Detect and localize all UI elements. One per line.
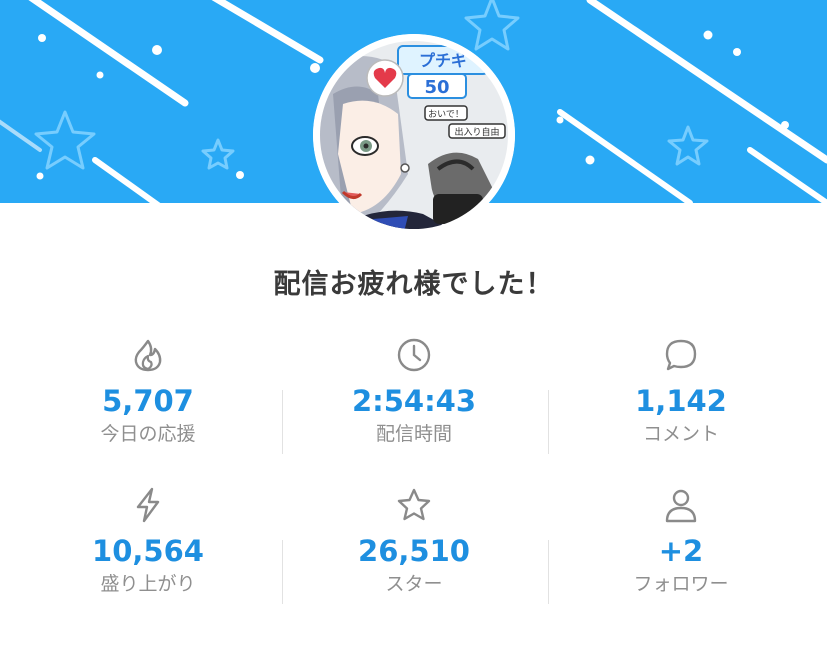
avatar-badge-count: 50: [424, 77, 449, 98]
flame-icon: [134, 339, 162, 372]
clock-icon: [397, 338, 431, 372]
streamer-avatar: おいで！ 出入り自由 プチギ 50: [313, 34, 515, 236]
stat-stars: 26,510 スター: [281, 486, 547, 596]
stat-excitement: 10,564 盛り上がり: [15, 486, 281, 596]
stat-value: 1,142: [635, 384, 727, 418]
lightning-icon: [136, 487, 160, 523]
stat-value: 2:54:43: [351, 384, 477, 418]
stat-value: 26,510: [358, 534, 470, 568]
stat-comments: 1,142 コメント: [548, 336, 814, 446]
avatar-sign-1: おいで！: [428, 109, 464, 120]
person-icon: [665, 489, 697, 523]
page-title: 配信お疲れ様でした！: [273, 269, 554, 300]
stat-value: 10,564: [92, 534, 204, 568]
stat-label: 盛り上がり: [100, 573, 196, 595]
stream-summary-screen: おいで！ 出入り自由 プチギ 50 配信お疲れ様でした！ 5,707 今日の応援: [0, 0, 827, 663]
avatar-sign-2: 出入り自由: [454, 126, 499, 138]
avatar-badge-title: プチギ: [419, 51, 467, 70]
stat-support: 5,707 今日の応援: [15, 336, 281, 446]
stat-label: フォロワー: [633, 573, 729, 595]
stat-followers: +2 フォロワー: [548, 486, 814, 596]
stat-label: 配信時間: [375, 423, 452, 445]
stat-label: スター: [385, 573, 443, 595]
star-icon: [397, 488, 431, 521]
stat-value: 5,707: [102, 384, 194, 418]
stat-label: コメント: [642, 423, 719, 445]
stat-stream-time: 2:54:43 配信時間: [281, 336, 547, 446]
stat-label: 今日の応援: [100, 423, 196, 445]
comment-icon: [665, 339, 697, 371]
stat-value: +2: [658, 534, 704, 568]
avatar-illustration: おいで！ 出入り自由 プチギ 50: [313, 34, 515, 236]
